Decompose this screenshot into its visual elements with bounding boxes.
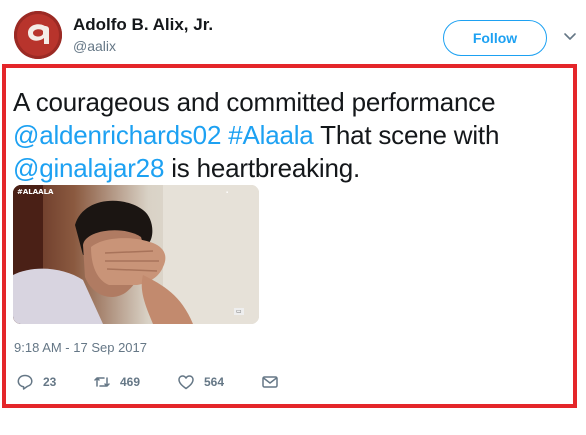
direct-message-button[interactable] [261,370,279,394]
watermark-icon: ▭ [234,308,244,315]
reply-count: 23 [43,375,57,389]
tweet-timestamp[interactable]: 9:18 AM - 17 Sep 2017 [14,340,147,355]
mention-link[interactable]: @aldenrichards02 [13,120,221,150]
chevron-down-icon[interactable] [563,30,577,44]
man-covering-face-image [13,185,259,324]
broadcast-logo-icon: ▪ [226,190,229,196]
retweet-button[interactable]: 469 [93,370,140,394]
avatar-logo-icon [14,11,62,59]
avatar[interactable] [14,11,62,59]
author-name[interactable]: Adolfo B. Alix, Jr. [73,15,213,35]
author-handle[interactable]: @aalix [73,38,116,54]
tweet-text-segment: That scene with [313,120,500,150]
hashtag-link[interactable]: #Alaala [228,120,314,150]
tweet-text-segment: is heartbreaking. [164,153,361,183]
follow-button[interactable]: Follow [443,20,547,56]
heart-icon [178,375,194,390]
like-button[interactable]: 564 [177,370,224,394]
media-tag: #ALAALA [17,188,54,196]
reply-button[interactable]: 23 [16,370,56,394]
tweet-text: A courageous and committed performance @… [13,86,569,185]
like-count: 564 [204,375,225,389]
tweet-media-image[interactable]: #ALAALA ▪ ▭ [13,185,259,324]
tweet-text-segment: A courageous and committed performance [13,87,496,117]
mention-link[interactable]: @ginalajar28 [13,153,164,183]
retweet-count: 469 [120,375,141,389]
mail-icon [262,376,278,388]
retweet-icon [94,377,110,387]
tweet-actions: 23 469 564 [0,370,586,394]
reply-icon [17,374,33,390]
tweet-header: Adolfo B. Alix, Jr. @aalix Follow [0,0,586,64]
